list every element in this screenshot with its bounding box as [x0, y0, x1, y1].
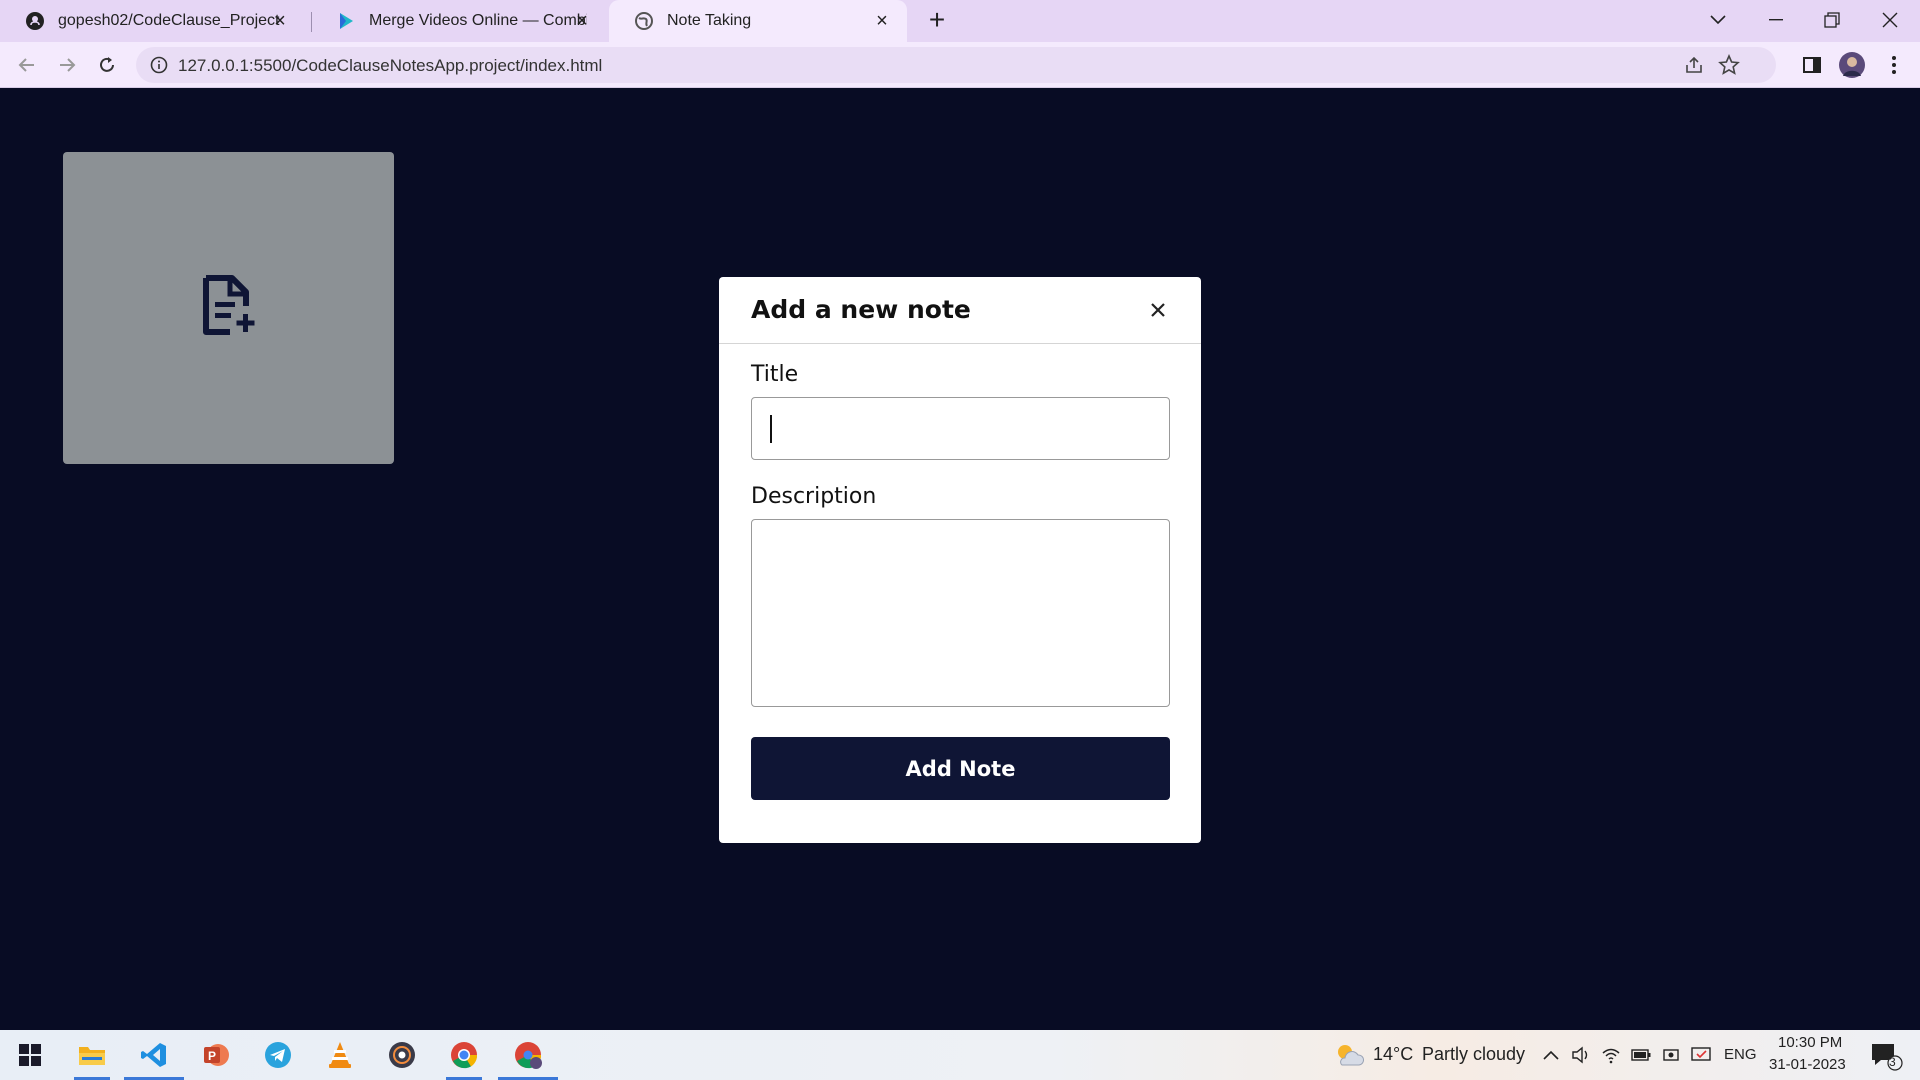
taskbar-chrome-profile[interactable] — [498, 1030, 558, 1080]
meet-now-icon[interactable] — [1660, 1044, 1682, 1066]
taskbar-telegram[interactable] — [248, 1030, 308, 1080]
powerpoint-icon: P — [204, 1044, 229, 1066]
bookmark-star-icon[interactable] — [1718, 53, 1740, 81]
taskbar-file-explorer[interactable] — [62, 1030, 122, 1080]
tab-search-button[interactable] — [1690, 0, 1746, 40]
arrow-right-icon — [60, 58, 76, 72]
description-label: Description — [751, 484, 877, 509]
address-bar-row: 127.0.0.1:5500/CodeClauseNotesApp.projec… — [0, 42, 1920, 88]
restore-button[interactable] — [1804, 0, 1860, 40]
share-icon[interactable] — [1684, 55, 1704, 80]
arrow-left-icon — [18, 58, 34, 72]
window-close-button[interactable] — [1862, 0, 1918, 40]
taskbar-media-player[interactable] — [372, 1030, 432, 1080]
play-icon — [335, 10, 357, 32]
forward-button[interactable] — [52, 50, 82, 80]
browser-menu-button[interactable] — [1879, 50, 1909, 80]
volume-icon[interactable] — [1570, 1044, 1592, 1066]
start-button[interactable] — [0, 1030, 60, 1080]
vlc-icon — [329, 1042, 351, 1068]
taskbar-chrome[interactable] — [434, 1030, 494, 1080]
side-panel-button[interactable] — [1797, 50, 1827, 80]
dialog-title: Add a new note — [751, 295, 971, 324]
language-indicator[interactable]: ENG — [1724, 1046, 1757, 1063]
title-label: Title — [751, 362, 799, 387]
avatar-icon — [1839, 52, 1865, 78]
weather-icon[interactable] — [1334, 1040, 1364, 1070]
taskbar-vlc[interactable] — [310, 1030, 370, 1080]
windows-start-icon — [19, 1044, 41, 1066]
tab-title: Merge Videos Online — Combine — [369, 12, 587, 29]
tab-strip: gopesh02/CodeClause_Project2 × Merge Vid… — [0, 0, 1920, 42]
url-text: 127.0.0.1:5500/CodeClauseNotesApp.projec… — [178, 56, 603, 75]
chrome-profile-icon — [515, 1042, 542, 1069]
globe-icon — [633, 10, 655, 32]
tab-github[interactable]: gopesh02/CodeClause_Project2 × — [0, 0, 305, 42]
notification-count: 3 — [1889, 1055, 1896, 1069]
close-tab-icon[interactable]: × — [571, 10, 593, 32]
add-note-button[interactable]: Add Note — [751, 737, 1170, 800]
title-input[interactable] — [751, 397, 1170, 460]
clock-time[interactable]: 10:30 PM — [1778, 1034, 1842, 1051]
description-input[interactable] — [751, 519, 1170, 707]
kebab-menu-icon — [1892, 56, 1896, 74]
weather-description: Partly cloudy — [1422, 1044, 1526, 1064]
vscode-icon — [141, 1043, 166, 1067]
side-panel-icon — [1803, 57, 1821, 73]
taskbar-vscode[interactable] — [124, 1030, 184, 1080]
media-icon — [389, 1042, 415, 1068]
profile-avatar[interactable] — [1837, 50, 1867, 80]
display-icon[interactable] — [1690, 1044, 1712, 1066]
chevron-down-icon — [1710, 15, 1726, 25]
svg-text:P: P — [208, 1049, 216, 1063]
file-explorer-icon — [79, 1047, 105, 1065]
text-caret — [770, 415, 772, 443]
battery-icon[interactable] — [1630, 1044, 1652, 1066]
close-tab-icon[interactable]: × — [269, 10, 291, 32]
tab-merge-videos[interactable]: Merge Videos Online — Combine × — [311, 0, 607, 42]
tab-note-taking[interactable]: Note Taking × — [609, 0, 907, 42]
close-icon[interactable] — [1147, 299, 1169, 321]
weather-temperature: 14°C — [1373, 1044, 1414, 1064]
chrome-icon — [451, 1042, 478, 1069]
clock-date[interactable]: 31-01-2023 — [1769, 1056, 1846, 1073]
wifi-icon[interactable] — [1600, 1044, 1622, 1066]
taskbar-powerpoint[interactable]: P — [186, 1030, 246, 1080]
reload-icon — [100, 57, 114, 72]
notification-icon[interactable] — [1868, 1040, 1904, 1072]
minimize-button[interactable] — [1748, 0, 1804, 40]
info-icon[interactable] — [150, 56, 168, 74]
tab-title: Note Taking — [667, 12, 752, 29]
tab-title: gopesh02/CodeClause_Project2 — [58, 12, 280, 29]
omnibox[interactable]: 127.0.0.1:5500/CodeClauseNotesApp.projec… — [136, 47, 1776, 83]
telegram-icon — [265, 1042, 291, 1068]
dialog-header: Add a new note — [719, 277, 1201, 344]
close-tab-icon[interactable]: × — [871, 10, 893, 32]
github-icon — [24, 10, 46, 32]
new-tab-button[interactable]: + — [922, 6, 952, 36]
back-button[interactable] — [12, 50, 42, 80]
taskbar: P 14°C Partly cloudy ENG 10:30 PM 31-01-… — [0, 1030, 1920, 1080]
add-note-dialog: Add a new note Title Description Add Not… — [719, 277, 1201, 843]
chevron-up-icon[interactable] — [1540, 1044, 1562, 1066]
reload-button[interactable] — [92, 50, 122, 80]
